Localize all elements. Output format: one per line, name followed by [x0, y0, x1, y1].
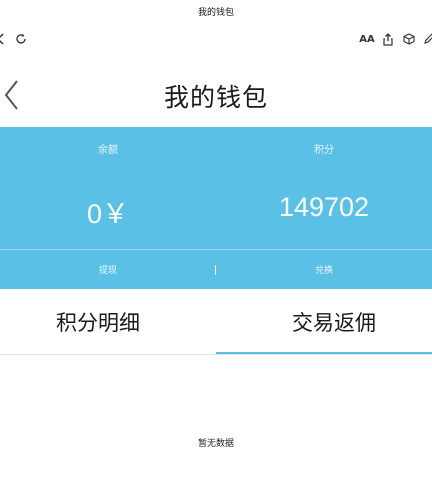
back-arrow-icon[interactable] — [0, 32, 8, 46]
empty-state-text: 暂无数据 — [197, 439, 234, 449]
refresh-icon[interactable] — [14, 32, 28, 46]
reader-icon[interactable]: AA — [359, 32, 374, 46]
tab-trade-rebate[interactable]: 交易返佣 — [226, 289, 432, 355]
share-icon[interactable] — [381, 32, 395, 46]
page-header: 我的钱包 — [0, 70, 432, 118]
action-separator — [215, 265, 216, 275]
tab-bar: 积分明细 交易返佣 — [0, 289, 432, 355]
tab-points-detail[interactable]: 积分明细 — [0, 289, 206, 355]
wallet-page: 我的钱包 AA 我的钱包 余额 0￥ 积分 149702 提现 兑换 积分明细 … — [0, 0, 432, 500]
balance-label: 余额 — [98, 145, 118, 156]
exchange-button[interactable]: 兑换 — [216, 250, 432, 289]
package-icon[interactable] — [402, 32, 416, 46]
window-title: 我的钱包 — [197, 8, 234, 18]
pen-icon[interactable] — [422, 32, 432, 46]
points-label: 积分 — [314, 145, 334, 156]
wallet-summary-panel: 余额 0￥ 积分 149702 提现 兑换 — [0, 127, 432, 289]
browser-toolbar: AA — [0, 28, 432, 52]
active-tab-indicator — [216, 352, 432, 354]
points-value: 149702 — [278, 192, 370, 222]
withdraw-button[interactable]: 提现 — [0, 250, 216, 289]
balance-value: 0￥ — [86, 199, 130, 229]
page-title: 我的钱包 — [163, 83, 268, 112]
